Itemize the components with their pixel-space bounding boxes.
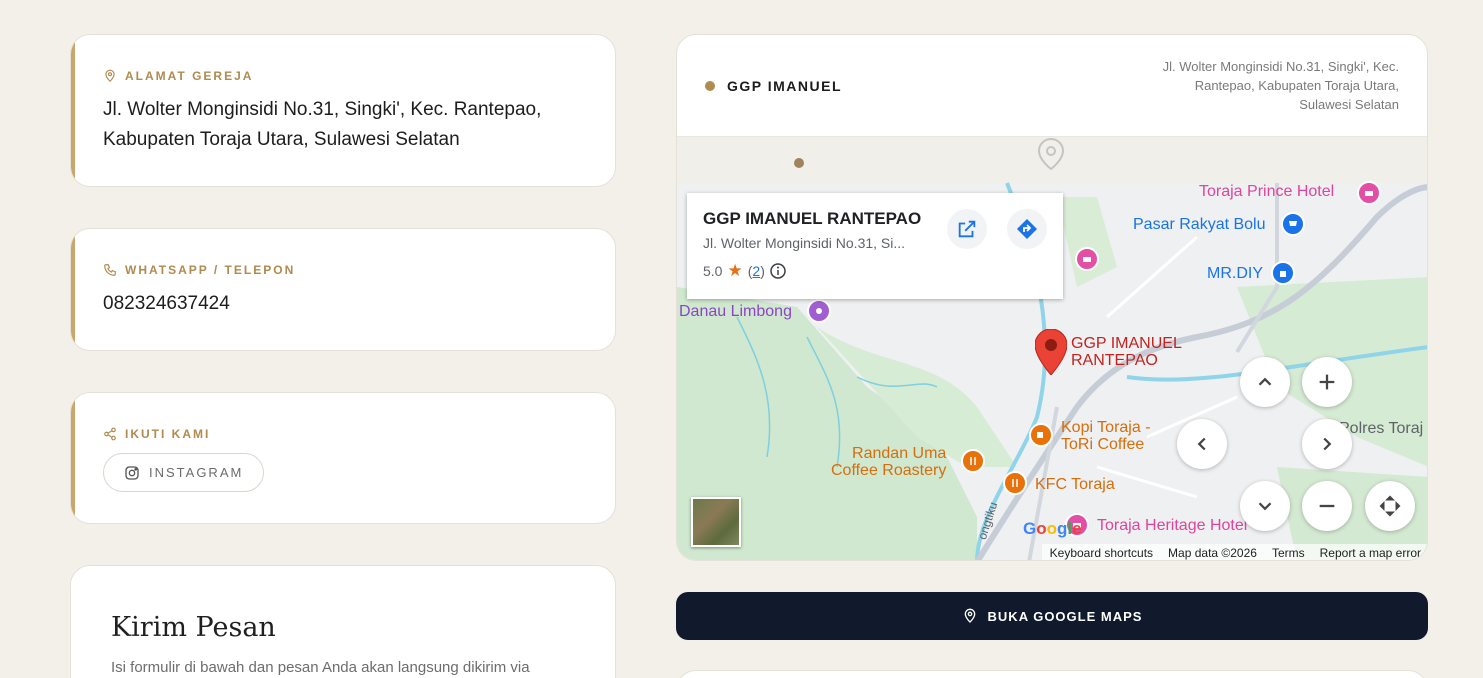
- poi-polres-toraja[interactable]: Polres Toraj: [1339, 420, 1423, 438]
- open-in-maps-button[interactable]: [947, 209, 987, 249]
- address-label: ALAMAT GEREJA: [125, 69, 254, 83]
- zoom-out-button[interactable]: [1302, 481, 1352, 531]
- map-card: GGP IMANUEL Jl. Wolter Monginsidi No.31,…: [676, 34, 1428, 561]
- minus-icon: [1319, 504, 1335, 508]
- zoom-in-button[interactable]: [1302, 357, 1352, 407]
- poi-danau-limbong[interactable]: Danau Limbong: [679, 303, 792, 321]
- poi-mr-diy[interactable]: MR.DIY: [1207, 265, 1263, 283]
- google-logo: Google: [1023, 519, 1082, 538]
- marker-label: GGP IMANUEL RANTEPAO: [1071, 335, 1182, 369]
- plus-icon: [1319, 374, 1335, 390]
- chevron-down-icon: [1258, 502, 1272, 511]
- poi-kfc-toraja[interactable]: KFC Toraja: [1035, 476, 1115, 494]
- chevron-up-icon: [1258, 377, 1272, 386]
- chevron-right-icon: [1323, 437, 1332, 451]
- report-error-link[interactable]: Report a map error: [1320, 546, 1421, 560]
- chevron-left-icon: [1197, 437, 1206, 451]
- open-external-icon: [958, 220, 976, 238]
- poi-randan-uma[interactable]: Randan Uma Coffee Roastery: [831, 445, 946, 479]
- phone-icon: [104, 264, 116, 276]
- pan-up-button[interactable]: [1240, 357, 1290, 407]
- fullscreen-icon: [1379, 495, 1401, 517]
- map-header: GGP IMANUEL Jl. Wolter Monginsidi No.31,…: [677, 35, 1427, 137]
- title-dot: [705, 80, 715, 91]
- phone-card: WHATSAPP / TELEPON 082324637424: [70, 228, 616, 351]
- instagram-icon: [125, 465, 139, 480]
- hotel-pin-icon[interactable]: [1075, 247, 1099, 271]
- instagram-button[interactable]: INSTAGRAM: [103, 453, 265, 492]
- form-title: Kirim Pesan: [111, 612, 276, 643]
- map-address: Jl. Wolter Monginsidi No.31, Singki', Ke…: [1162, 59, 1399, 112]
- location-pin-icon: [964, 608, 975, 623]
- open-google-maps-button[interactable]: BUKA GOOGLE MAPS: [676, 592, 1428, 640]
- place-address: Jl. Wolter Monginsidi No.31, Si...: [703, 235, 906, 251]
- next-card: [676, 670, 1428, 678]
- map-attribution: Keyboard shortcuts Map data ©2026 Terms …: [1041, 544, 1427, 560]
- directions-button[interactable]: [1007, 209, 1047, 249]
- restaurant-pin-icon[interactable]: [961, 449, 985, 473]
- place-rating: 5.0 ★ (2): [703, 261, 1047, 281]
- satellite-toggle[interactable]: [691, 497, 741, 547]
- poi-toraja-prince-hotel[interactable]: Toraja Prince Hotel: [1199, 183, 1334, 201]
- fullscreen-button[interactable]: [1365, 481, 1415, 531]
- shopping-pin-icon[interactable]: [1281, 212, 1305, 236]
- phone-label: WHATSAPP / TELEPON: [125, 263, 296, 277]
- embedded-map[interactable]: Toraja Prince Hotel Pasar Rakyat Bolu MR…: [677, 137, 1427, 560]
- pan-right-button[interactable]: [1302, 419, 1352, 469]
- info-icon[interactable]: [770, 263, 786, 279]
- contact-form-card: Kirim Pesan Isi formulir di bawah dan pe…: [70, 565, 616, 678]
- poi-kopi-toraja[interactable]: Kopi Toraja - ToRi Coffee: [1061, 419, 1151, 453]
- address-card: ALAMAT GEREJA Jl. Wolter Monginsidi No.3…: [70, 34, 616, 187]
- location-pin-icon: [105, 69, 115, 83]
- hotel-pin-icon[interactable]: [1357, 181, 1381, 205]
- map-data-text: Map data ©2026: [1168, 546, 1257, 560]
- social-card: IKUTI KAMI INSTAGRAM: [70, 392, 616, 524]
- open-google-maps-label: BUKA GOOGLE MAPS: [987, 608, 1143, 624]
- place-name: GGP IMANUEL RANTEPAO: [703, 209, 922, 228]
- camera-pin-icon[interactable]: [807, 299, 831, 323]
- poi-pasar-rakyat-bolu[interactable]: Pasar Rakyat Bolu: [1133, 216, 1266, 234]
- pan-down-button[interactable]: [1240, 481, 1290, 531]
- pan-left-button[interactable]: [1177, 419, 1227, 469]
- directions-icon: [1017, 219, 1037, 239]
- map-title: GGP IMANUEL: [727, 77, 843, 94]
- location-marker-icon[interactable]: [1035, 329, 1067, 375]
- keyboard-shortcuts-link[interactable]: Keyboard shortcuts: [1050, 546, 1153, 560]
- share-icon: [104, 427, 116, 441]
- address-value: Jl. Wolter Monginsidi No.31, Singki', Ke…: [103, 99, 542, 150]
- star-icon: ★: [727, 261, 743, 280]
- instagram-label: INSTAGRAM: [149, 465, 244, 480]
- cafe-pin-icon[interactable]: [1029, 423, 1053, 447]
- terms-link[interactable]: Terms: [1272, 546, 1305, 560]
- poi-toraja-heritage-hotel[interactable]: Toraja Heritage Hotel: [1097, 517, 1247, 535]
- phone-value[interactable]: 082324637424: [103, 289, 615, 319]
- restaurant-pin-icon[interactable]: [1003, 471, 1027, 495]
- form-description: Isi formulir di bawah dan pesan Anda aka…: [111, 659, 530, 676]
- social-label: IKUTI KAMI: [125, 427, 211, 441]
- store-pin-icon[interactable]: [1271, 261, 1295, 285]
- place-info-card: GGP IMANUEL RANTEPAO Jl. Wolter Monginsi…: [687, 193, 1063, 299]
